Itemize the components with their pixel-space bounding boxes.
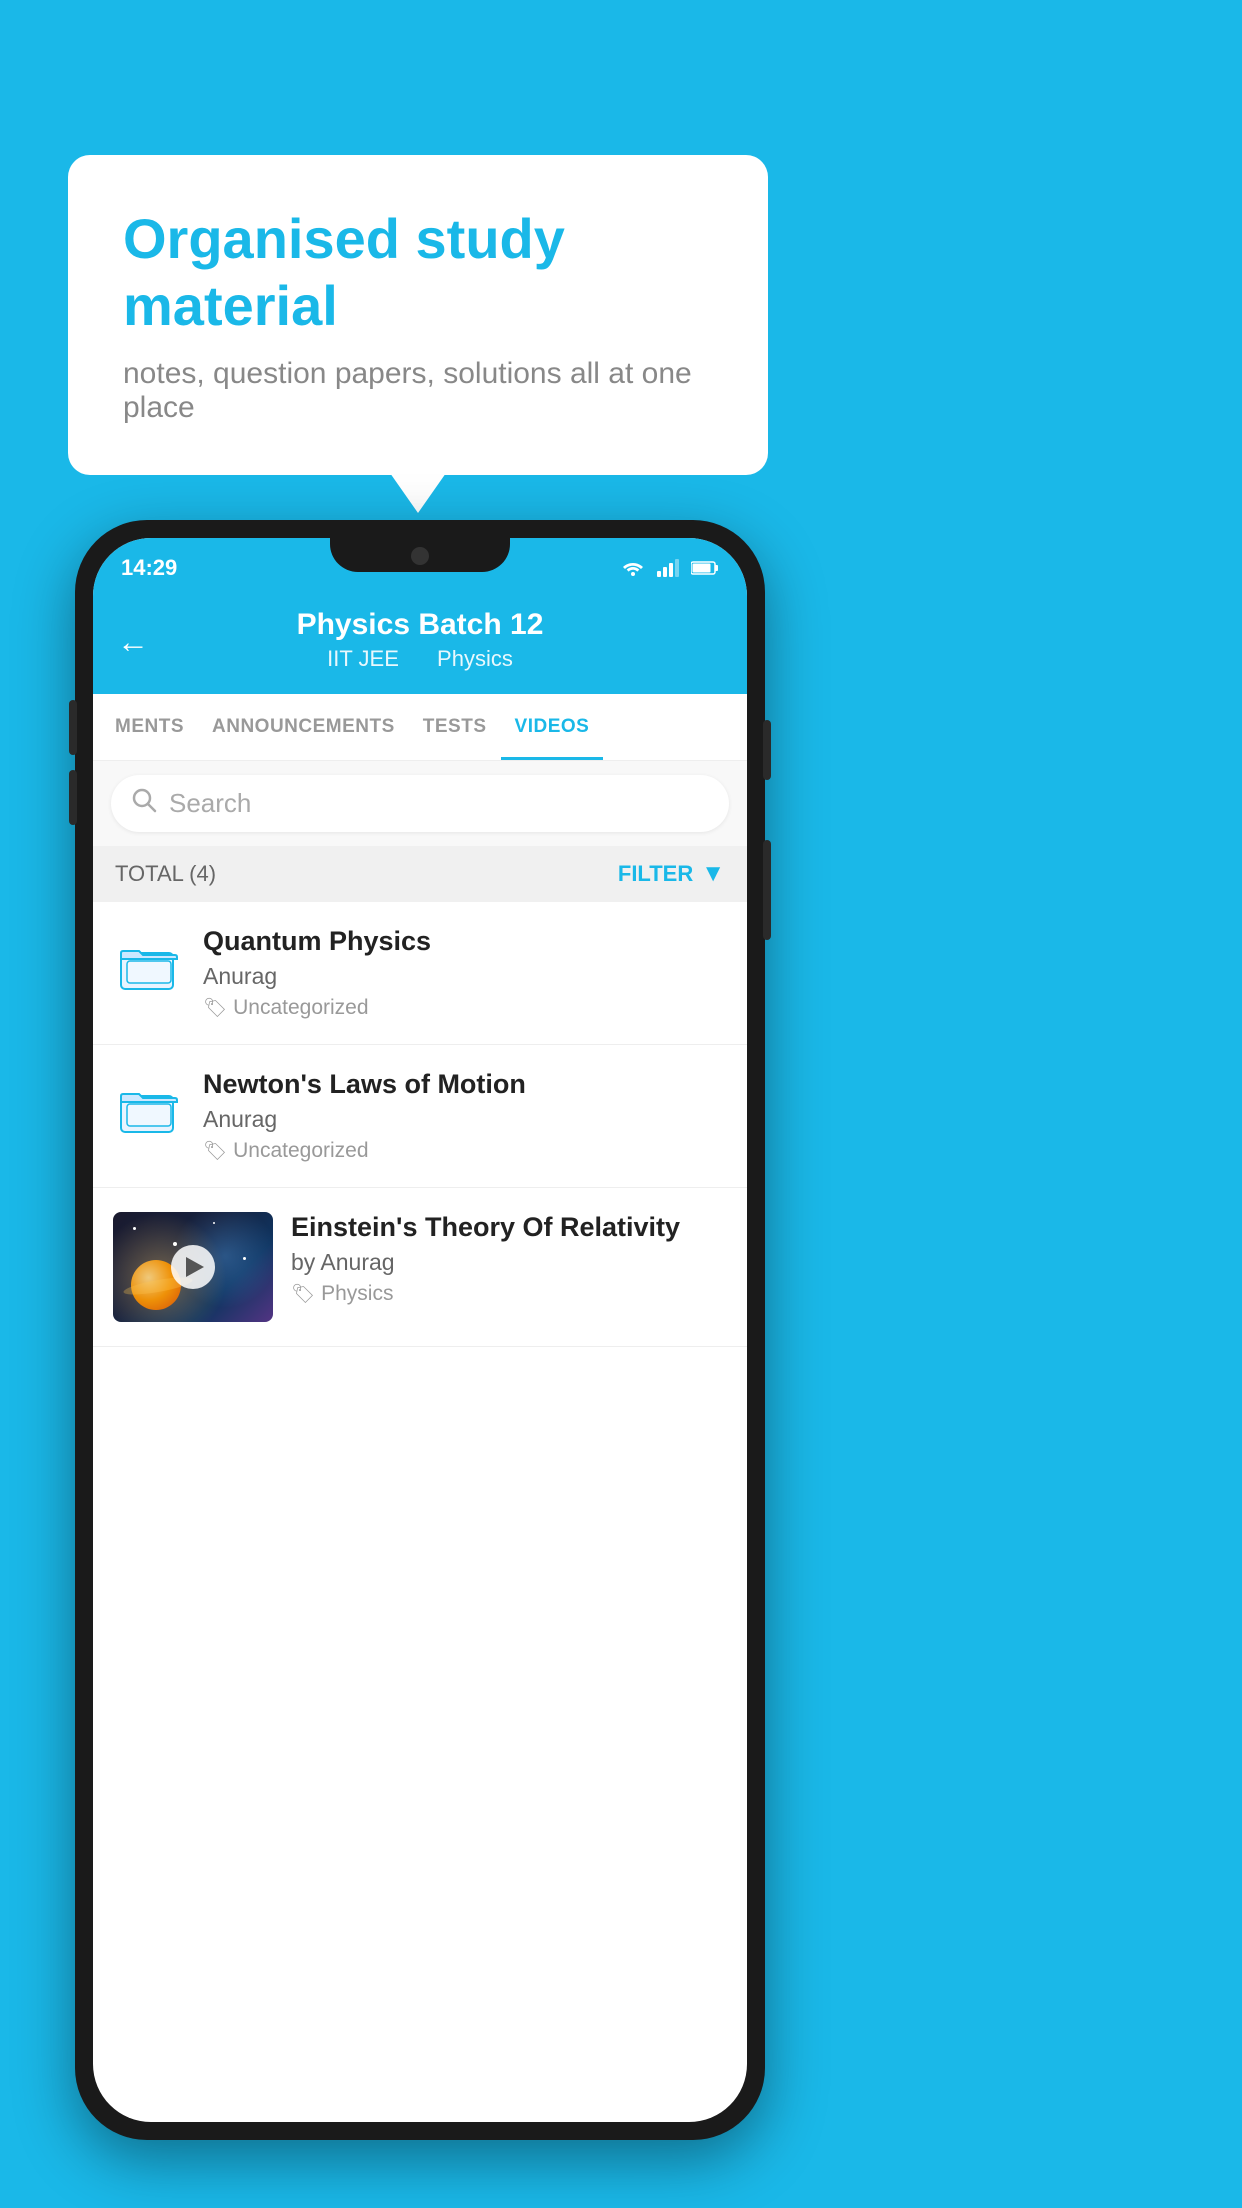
- video-item-3[interactable]: Einstein's Theory Of Relativity by Anura…: [93, 1188, 747, 1347]
- video-tag-3: 🏷 Physics: [291, 1282, 727, 1306]
- back-button[interactable]: ←: [117, 624, 149, 661]
- phone-notch: [330, 538, 510, 572]
- volume-down-button[interactable]: [69, 770, 77, 825]
- search-container: Search: [93, 761, 747, 846]
- tabs-bar: MENTS ANNOUNCEMENTS TESTS VIDEOS: [93, 694, 747, 761]
- folder-icon-1: [113, 930, 185, 1002]
- front-camera: [411, 547, 429, 565]
- header-title: Physics Batch 12: [297, 608, 544, 642]
- speech-bubble-box: Organised study material notes, question…: [68, 155, 768, 475]
- video-info-2: Newton's Laws of Motion Anurag 🏷 Uncateg…: [203, 1069, 727, 1163]
- filter-label: FILTER: [618, 861, 693, 887]
- play-triangle-icon: [186, 1257, 204, 1277]
- search-placeholder: Search: [169, 788, 251, 819]
- play-button-3[interactable]: [171, 1245, 215, 1289]
- subtitle-physics: Physics: [437, 646, 513, 671]
- power-button[interactable]: [763, 840, 771, 940]
- bubble-title: Organised study material: [123, 205, 713, 339]
- tab-videos[interactable]: VIDEOS: [501, 694, 604, 760]
- video-item-2[interactable]: Newton's Laws of Motion Anurag 🏷 Uncateg…: [93, 1045, 747, 1188]
- folder-svg-2: [119, 1082, 179, 1137]
- video-title-3: Einstein's Theory Of Relativity: [291, 1212, 727, 1243]
- tag-icon-3: 🏷: [291, 1282, 315, 1306]
- status-icons: [619, 559, 719, 577]
- header-subtitle: IIT JEE Physics: [319, 646, 521, 672]
- wifi-icon: [619, 559, 647, 577]
- star-2: [173, 1242, 177, 1246]
- video-author-2: Anurag: [203, 1106, 727, 1133]
- search-icon: [131, 787, 157, 820]
- search-box[interactable]: Search: [111, 775, 729, 832]
- folder-svg-1: [119, 939, 179, 994]
- star-1: [133, 1227, 136, 1230]
- phone-frame: 14:29: [75, 520, 765, 2140]
- filter-button[interactable]: FILTER ▼: [618, 860, 725, 888]
- bubble-subtitle: notes, question papers, solutions all at…: [123, 357, 713, 425]
- folder-icon-2: [113, 1073, 185, 1145]
- video-thumbnail-3: [113, 1212, 273, 1322]
- tab-announcements[interactable]: ANNOUNCEMENTS: [198, 694, 409, 760]
- phone-screen: 14:29: [93, 538, 747, 2122]
- video-title-2: Newton's Laws of Motion: [203, 1069, 727, 1100]
- tab-ments[interactable]: MENTS: [101, 694, 198, 760]
- subtitle-iitjee: IIT JEE: [327, 646, 399, 671]
- video-tag-1: 🏷 Uncategorized: [203, 996, 727, 1020]
- volume-button[interactable]: [763, 720, 771, 780]
- app-header: ← Physics Batch 12 IIT JEE Physics: [93, 590, 747, 694]
- star-3: [213, 1222, 215, 1224]
- volume-up-button[interactable]: [69, 700, 77, 755]
- tag-icon-1: 🏷: [203, 996, 227, 1020]
- signal-icon: [655, 559, 683, 577]
- filter-icon: ▼: [701, 860, 725, 888]
- video-info-3: Einstein's Theory Of Relativity by Anura…: [291, 1212, 727, 1306]
- video-info-1: Quantum Physics Anurag 🏷 Uncategorized: [203, 926, 727, 1020]
- video-title-1: Quantum Physics: [203, 926, 727, 957]
- speech-bubble: Organised study material notes, question…: [68, 155, 768, 475]
- total-count: TOTAL (4): [115, 861, 216, 887]
- video-list: Quantum Physics Anurag 🏷 Uncategorized: [93, 902, 747, 1347]
- video-author-1: Anurag: [203, 963, 727, 990]
- tag-icon-2: 🏷: [203, 1139, 227, 1163]
- video-author-3: by Anurag: [291, 1249, 727, 1276]
- filter-bar: TOTAL (4) FILTER ▼: [93, 846, 747, 902]
- video-item-1[interactable]: Quantum Physics Anurag 🏷 Uncategorized: [93, 902, 747, 1045]
- tab-tests[interactable]: TESTS: [409, 694, 501, 760]
- tag-label-3: Physics: [321, 1282, 393, 1306]
- tag-label-1: Uncategorized: [233, 996, 368, 1020]
- tag-label-2: Uncategorized: [233, 1139, 368, 1163]
- status-time: 14:29: [121, 555, 177, 581]
- star-4: [243, 1257, 246, 1260]
- battery-icon: [691, 559, 719, 577]
- video-tag-2: 🏷 Uncategorized: [203, 1139, 727, 1163]
